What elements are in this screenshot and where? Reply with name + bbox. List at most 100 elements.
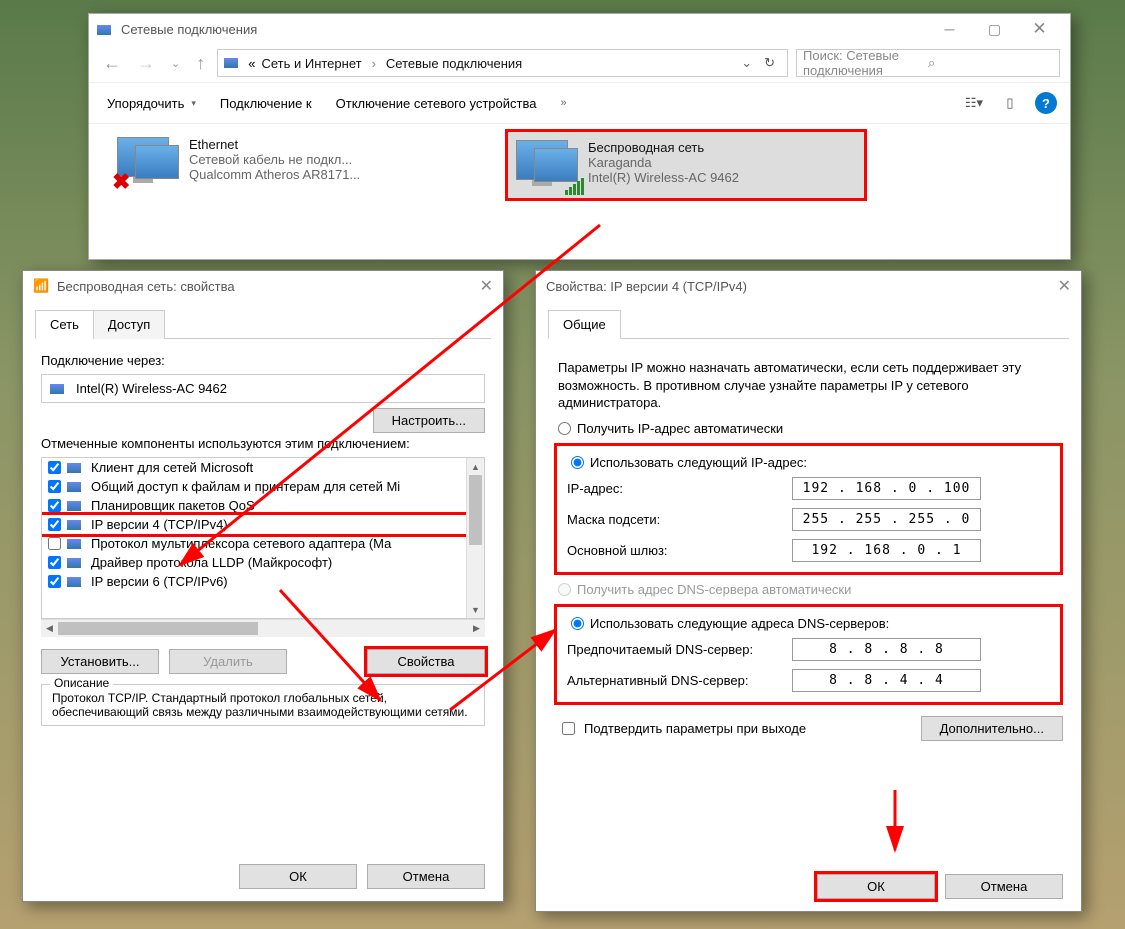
refresh-icon[interactable]: ↻	[758, 55, 781, 71]
horizontal-scrollbar[interactable]: ◀ ▶	[41, 619, 485, 637]
cancel-button[interactable]: Отмена	[945, 874, 1063, 899]
dns-settings-group: Использовать следующие адреса DNS-сервер…	[554, 604, 1063, 705]
ip-address-field[interactable]: 192 . 168 . 0 . 100	[792, 477, 981, 500]
help-icon[interactable]: ?	[1032, 89, 1060, 117]
address-dropdown-icon[interactable]: ⌄	[741, 55, 752, 71]
preferred-dns-field[interactable]: 8 . 8 . 8 . 8	[792, 638, 981, 661]
component-checkbox[interactable]	[48, 518, 61, 531]
component-checkbox[interactable]	[48, 575, 61, 588]
component-row[interactable]: Общий доступ к файлам и принтерам для се…	[42, 477, 484, 496]
toolbar-more[interactable]: »	[552, 93, 574, 113]
component-checkbox[interactable]	[48, 556, 61, 569]
component-icon	[67, 482, 81, 492]
component-checkbox[interactable]	[48, 537, 61, 550]
component-checkbox[interactable]	[48, 499, 61, 512]
search-icon[interactable]: ⌕	[928, 55, 1053, 71]
component-row[interactable]: IP версии 4 (TCP/IPv4)	[42, 515, 484, 534]
scroll-left-icon[interactable]: ◀	[41, 620, 58, 637]
component-label: Клиент для сетей Microsoft	[91, 460, 253, 475]
info-text: Параметры IP можно назначать автоматичес…	[554, 353, 1063, 418]
adapter-icon: 📶	[33, 278, 49, 294]
dialog-tabs: Общие	[548, 309, 1069, 339]
ethernet-icon: ✖	[117, 137, 177, 187]
scroll-thumb[interactable]	[469, 475, 482, 545]
nav-recent-icon[interactable]: ⌄	[167, 57, 184, 70]
advanced-button[interactable]: Дополнительно...	[921, 716, 1063, 741]
explorer-toolbar: Упорядочить Подключение к Отключение сет…	[89, 82, 1070, 124]
scroll-up-icon[interactable]: ▲	[467, 458, 484, 475]
connect-via-label: Подключение через:	[41, 353, 485, 368]
cancel-button[interactable]: Отмена	[367, 864, 485, 889]
organize-menu[interactable]: Упорядочить	[99, 92, 204, 115]
component-icon	[67, 558, 81, 568]
component-row[interactable]: Драйвер протокола LLDP (Майкрософт)	[42, 553, 484, 572]
hscroll-thumb[interactable]	[58, 622, 258, 635]
dns2-label: Альтернативный DNS-сервер:	[567, 673, 792, 688]
component-label: IP версии 4 (TCP/IPv4)	[91, 517, 228, 532]
component-row[interactable]: Клиент для сетей Microsoft	[42, 458, 484, 477]
view-options-icon[interactable]: ☷▾	[960, 89, 988, 117]
component-checkbox[interactable]	[48, 461, 61, 474]
dialog-titlebar: 📶 Беспроводная сеть: свойства ✕	[23, 271, 503, 301]
component-row[interactable]: IP версии 6 (TCP/IPv6)	[42, 572, 484, 591]
radio-use-dns[interactable]: Использовать следующие адреса DNS-сервер…	[567, 613, 1050, 634]
component-label: Планировщик пакетов QoS	[91, 498, 255, 513]
nav-back-icon[interactable]: ←	[99, 53, 125, 74]
radio-auto-ip[interactable]: Получить IP-адрес автоматически	[554, 418, 1063, 439]
nav-up-icon[interactable]: ↑	[192, 53, 209, 74]
breadcrumb-2[interactable]: Сетевые подключения	[386, 56, 522, 71]
validate-checkbox-row[interactable]: Подтвердить параметры при выходе	[554, 713, 810, 744]
maximize-button[interactable]: ▢	[972, 15, 1017, 43]
connection-name: Беспроводная сеть	[588, 140, 739, 155]
minimize-button[interactable]: ─	[927, 15, 972, 43]
component-icon	[67, 539, 81, 549]
component-icon	[67, 463, 81, 473]
gateway-field[interactable]: 192 . 168 . 0 . 1	[792, 539, 981, 562]
nav-forward-icon[interactable]: →	[133, 53, 159, 74]
search-box[interactable]: Поиск: Сетевые подключения ⌕	[796, 49, 1060, 77]
close-icon[interactable]: ✕	[480, 276, 493, 296]
dialog-title: Беспроводная сеть: свойства	[57, 279, 480, 294]
close-button[interactable]: ✕	[1017, 15, 1062, 43]
radio-auto-dns-input	[558, 583, 571, 596]
alternate-dns-field[interactable]: 8 . 8 . 4 . 4	[792, 669, 981, 692]
connection-wireless[interactable]: Беспроводная сеть Karaganda Intel(R) Wir…	[505, 129, 867, 201]
signal-icon	[565, 178, 584, 195]
radio-use-dns-input[interactable]	[571, 617, 584, 630]
description-box: Описание Протокол TCP/IP. Стандартный пр…	[41, 684, 485, 726]
configure-button[interactable]: Настроить...	[373, 408, 485, 433]
component-row[interactable]: Планировщик пакетов QoS	[42, 496, 484, 515]
address-box[interactable]: « Сеть и Интернет › Сетевые подключения …	[217, 49, 788, 77]
radio-use-ip-input[interactable]	[571, 456, 584, 469]
component-row[interactable]: Протокол мультиплексора сетевого адаптер…	[42, 534, 484, 553]
search-placeholder: Поиск: Сетевые подключения	[803, 48, 928, 78]
subnet-mask-field[interactable]: 255 . 255 . 255 . 0	[792, 508, 981, 531]
radio-auto-ip-input[interactable]	[558, 422, 571, 435]
remove-button: Удалить	[169, 649, 287, 674]
component-label: Протокол мультиплексора сетевого адаптер…	[91, 536, 391, 551]
radio-auto-dns: Получить адрес DNS-сервера автоматически	[554, 579, 1063, 600]
close-icon[interactable]: ✕	[1058, 276, 1071, 296]
tab-network[interactable]: Сеть	[35, 310, 94, 339]
install-button[interactable]: Установить...	[41, 649, 159, 674]
scroll-right-icon[interactable]: ▶	[468, 620, 485, 637]
connection-ethernet[interactable]: ✖ Ethernet Сетевой кабель не подкл... Qu…	[109, 129, 465, 201]
breadcrumb-1[interactable]: Сеть и Интернет	[261, 56, 361, 71]
description-text: Протокол TCP/IP. Стандартный протокол гл…	[52, 691, 474, 719]
properties-button[interactable]: Свойства	[367, 649, 485, 674]
component-icon	[67, 577, 81, 587]
network-connections-window: Сетевые подключения ─ ▢ ✕ ← → ⌄ ↑ « Сеть…	[88, 13, 1071, 260]
tab-general[interactable]: Общие	[548, 310, 621, 339]
adapter-mini-icon	[50, 384, 64, 394]
validate-checkbox[interactable]	[562, 722, 575, 735]
ok-button[interactable]: ОК	[817, 874, 935, 899]
component-checkbox[interactable]	[48, 480, 61, 493]
vertical-scrollbar[interactable]: ▲ ▼	[466, 458, 484, 618]
preview-pane-icon[interactable]: ▯	[996, 89, 1024, 117]
tab-access[interactable]: Доступ	[93, 310, 165, 339]
connect-to-button[interactable]: Подключение к	[212, 92, 320, 115]
scroll-down-icon[interactable]: ▼	[467, 601, 484, 618]
ok-button[interactable]: ОК	[239, 864, 357, 889]
radio-use-ip[interactable]: Использовать следующий IP-адрес:	[567, 452, 1050, 473]
disable-device-button[interactable]: Отключение сетевого устройства	[328, 92, 545, 115]
